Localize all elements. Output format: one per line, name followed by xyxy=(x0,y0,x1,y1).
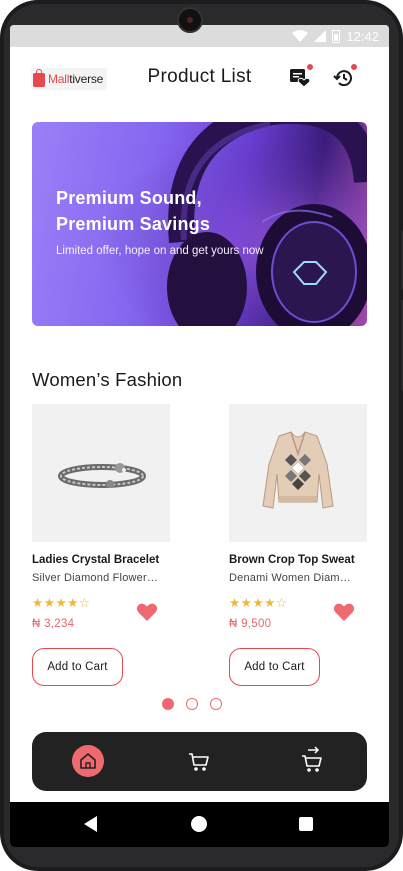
signal-icon xyxy=(314,30,327,42)
notification-dot xyxy=(351,64,357,70)
history-button[interactable] xyxy=(333,64,357,89)
carousel-dot[interactable] xyxy=(162,698,174,710)
product-image[interactable] xyxy=(32,404,170,542)
star-empty-icon: ☆ xyxy=(78,596,91,610)
battery-icon xyxy=(332,29,341,43)
system-home-icon[interactable] xyxy=(191,816,207,832)
heart-icon xyxy=(333,603,355,621)
section-title: Women’s Fashion xyxy=(32,369,183,390)
nav-home-button[interactable] xyxy=(72,745,104,777)
favorite-button[interactable] xyxy=(136,602,158,622)
add-to-cart-button[interactable]: Add to Cart xyxy=(32,648,123,686)
star-icon: ★ xyxy=(55,596,68,610)
star-icon: ★ xyxy=(229,596,241,610)
back-icon[interactable] xyxy=(84,816,97,832)
carousel-indicator xyxy=(162,698,222,710)
star-icon: ★ xyxy=(252,596,265,610)
app-header: Malltiverse Product List xyxy=(10,63,389,95)
product-description: Silver Diamond Flower… xyxy=(32,572,159,584)
product-rating: ★★★★☆ xyxy=(229,595,288,610)
banner-title: Premium Sound, Premium Savings xyxy=(56,188,211,234)
product-rating: ★★★★☆ xyxy=(32,595,91,610)
product-price: ₦ 9,500 xyxy=(229,618,272,630)
bottom-navigation xyxy=(32,732,367,791)
cart-icon xyxy=(189,753,209,771)
star-icon: ★ xyxy=(43,596,56,610)
product-description: Denami Women Diam… xyxy=(229,572,351,584)
recent-apps-icon[interactable] xyxy=(299,817,313,831)
carousel-dot[interactable] xyxy=(210,698,222,710)
status-time: 12:42 xyxy=(346,28,379,44)
nav-checkout-button[interactable] xyxy=(300,746,324,772)
notification-dot xyxy=(307,64,313,70)
wishlist-icon xyxy=(290,69,311,88)
nav-cart-button[interactable] xyxy=(187,748,211,774)
star-icon: ★ xyxy=(264,596,276,610)
carousel-dot[interactable] xyxy=(186,698,198,710)
sweater-image xyxy=(262,431,334,509)
product-image[interactable] xyxy=(229,404,367,542)
product-card[interactable]: Ladies Crystal Bracelet Silver Diamond F… xyxy=(32,404,172,686)
star-icon: ★ xyxy=(32,596,44,610)
star-icon: ★ xyxy=(240,596,253,610)
phone-frame: 12:42 Malltiverse Product List Premium S… xyxy=(0,0,403,871)
add-to-cart-button[interactable]: Add to Cart xyxy=(229,648,320,686)
product-price: ₦ 3,234 xyxy=(32,618,75,630)
heart-icon xyxy=(136,603,158,621)
system-navigation-bar xyxy=(10,802,389,847)
checkout-icon xyxy=(302,746,322,772)
star-empty-icon: ☆ xyxy=(275,596,288,610)
app-screen: 12:42 Malltiverse Product List Premium S… xyxy=(10,25,389,847)
front-camera xyxy=(177,7,203,33)
banner-subtitle: Limited offer, hope on and get yours now xyxy=(56,245,264,257)
product-card[interactable]: Brown Crop Top Sweat Denami Women Diam… … xyxy=(229,404,369,686)
wishlist-button[interactable] xyxy=(289,64,313,89)
promo-banner[interactable]: Premium Sound, Premium Savings Limited o… xyxy=(32,122,367,326)
star-icon: ★ xyxy=(67,596,79,610)
bracelet-image xyxy=(58,463,146,488)
wifi-icon xyxy=(292,30,309,42)
product-name: Ladies Crystal Bracelet xyxy=(32,554,160,566)
product-name: Brown Crop Top Sweat xyxy=(229,554,355,566)
history-icon xyxy=(333,70,352,87)
favorite-button[interactable] xyxy=(333,602,355,622)
home-icon xyxy=(80,753,96,769)
